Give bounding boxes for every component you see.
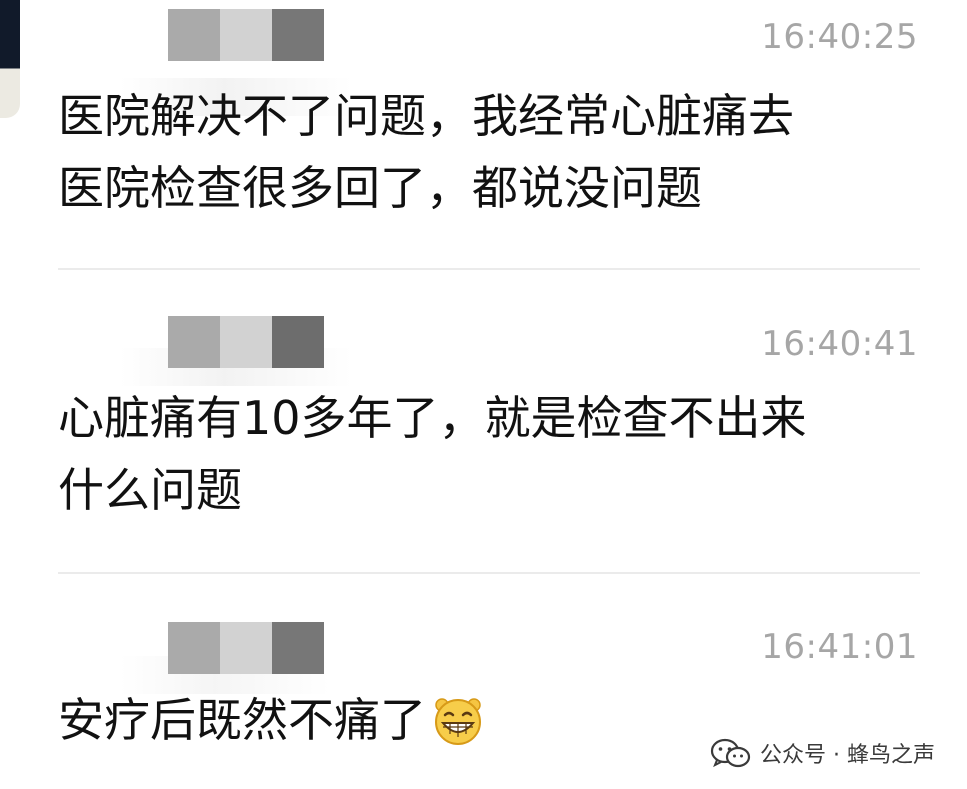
mosaic-tile [168, 622, 220, 674]
message-line: 什么问题 [58, 463, 242, 517]
mosaic-tile [220, 9, 272, 61]
redacted-username [168, 9, 324, 61]
message-timestamp: 16:40:25 [761, 17, 918, 57]
message-line-text: 安疗后既然不痛了 [58, 693, 426, 747]
message-text: 医院解决不了问题，我经常心脏痛去 医院检查很多回了，都说没问题 [58, 80, 908, 224]
grinning-face-emoji-icon [435, 697, 481, 745]
message-timestamp: 16:40:41 [761, 324, 918, 364]
mosaic-tile [272, 622, 324, 674]
mosaic-tile [168, 9, 220, 61]
mosaic-tile [168, 316, 220, 368]
mosaic-tile [220, 316, 272, 368]
message-line: 医院解决不了问题，我经常心脏痛去 [58, 89, 794, 143]
chat-message: 16:40:25 医院解决不了问题，我经常心脏痛去 医院检查很多回了，都说没问题 [58, 0, 918, 268]
wechat-official-account-icon [710, 738, 751, 768]
watermark-text: 公众号 · 蜂鸟之声 [760, 743, 935, 768]
redacted-username [168, 622, 324, 674]
message-line: 医院检查很多回了，都说没问题 [58, 161, 702, 215]
message-line: 心脏痛有10多年了，就是检查不出来 [58, 391, 807, 445]
watermark: 公众号 · 蜂鸟之声 [710, 737, 935, 769]
redacted-username [168, 316, 324, 368]
mosaic-tile [272, 9, 324, 61]
chat-message: 16:40:41 心脏痛有10多年了，就是检查不出来 什么问题 [58, 270, 918, 572]
message-text: 心脏痛有10多年了，就是检查不出来 什么问题 [58, 382, 908, 526]
message-timestamp: 16:41:01 [761, 627, 918, 667]
mosaic-tile [272, 316, 324, 368]
left-edge-fragment [0, 0, 20, 118]
mosaic-tile [220, 622, 272, 674]
